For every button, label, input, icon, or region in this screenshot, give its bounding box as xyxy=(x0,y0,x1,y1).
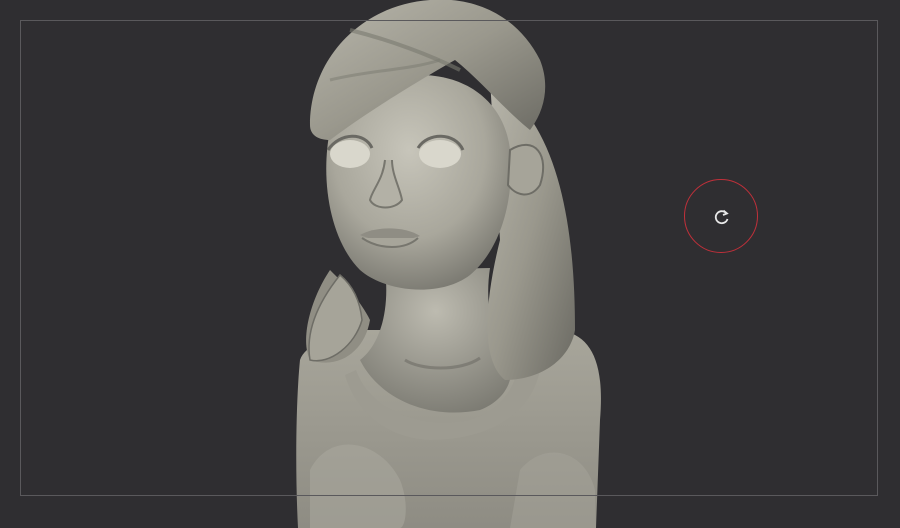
right-eye xyxy=(419,140,461,168)
left-eye xyxy=(330,140,370,168)
3d-viewport[interactable] xyxy=(0,0,900,528)
rotate-icon xyxy=(714,209,729,225)
brush-cursor xyxy=(684,179,758,253)
sculpt-model[interactable] xyxy=(0,0,900,528)
